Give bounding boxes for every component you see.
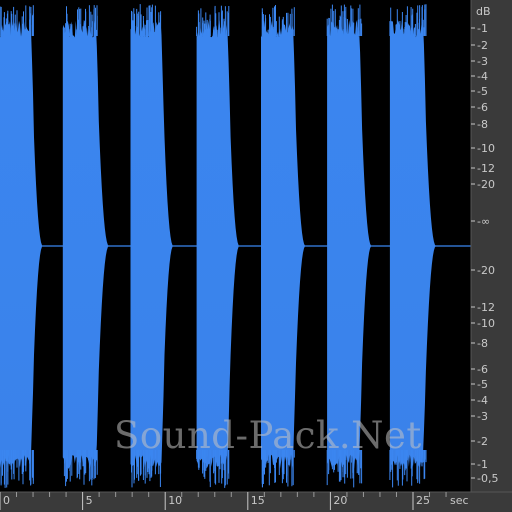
db-label-bottom: -8 [477,337,488,350]
db-label-top: -10 [477,142,495,155]
db-label-top: -4 [477,70,488,83]
time-label: 5 [86,494,93,507]
db-label-top: -20 [477,178,495,191]
time-label: 25 [416,494,430,507]
db-label-bottom: -4 [477,394,488,407]
db-label-bottom: -2 [477,435,488,448]
time-label: 10 [168,494,182,507]
time-label: 20 [333,494,347,507]
db-label-bottom: -1 [477,458,488,471]
time-unit-label: sec [450,494,469,507]
db-label-bottom: -5 [477,378,488,391]
db-ruler[interactable]: dB -1 -2 -3 -4 -5 -6 -8 -10 -12 -20 -∞ -20 -12 -10 -8 -… [470,0,512,512]
time-label: 0 [3,494,10,507]
db-label-top: -1 [477,22,488,35]
db-label-bottom: -10 [477,317,495,330]
db-label-top: -6 [477,101,488,114]
db-label-bottom: -0,5 [477,472,498,485]
db-label-top: -12 [477,162,495,175]
time-ruler[interactable]: 0 5 10 15 20 25 sec [0,491,512,512]
waveform-editor: dB -1 -2 -3 -4 -5 -6 -8 -10 -12 -20 -∞ -20 -12 -10 -8-… [0,0,512,512]
db-label-top: -5 [477,85,488,98]
waveform-display[interactable]: dB -1-2-3-4-5-6-8-10-12-20-∞-20-12-10-8-… [0,0,512,512]
time-label: 15 [251,494,265,507]
db-unit-label: dB [476,5,491,18]
db-label-top: -∞ [477,215,490,228]
db-label-top: -8 [477,118,488,131]
db-label-bottom: -20 [477,264,495,277]
db-label-top: -2 [477,39,488,52]
db-label-bottom: -3 [477,410,488,423]
db-label-bottom: -6 [477,363,488,376]
db-label-top: -3 [477,55,488,68]
db-label-bottom: -12 [477,301,495,314]
